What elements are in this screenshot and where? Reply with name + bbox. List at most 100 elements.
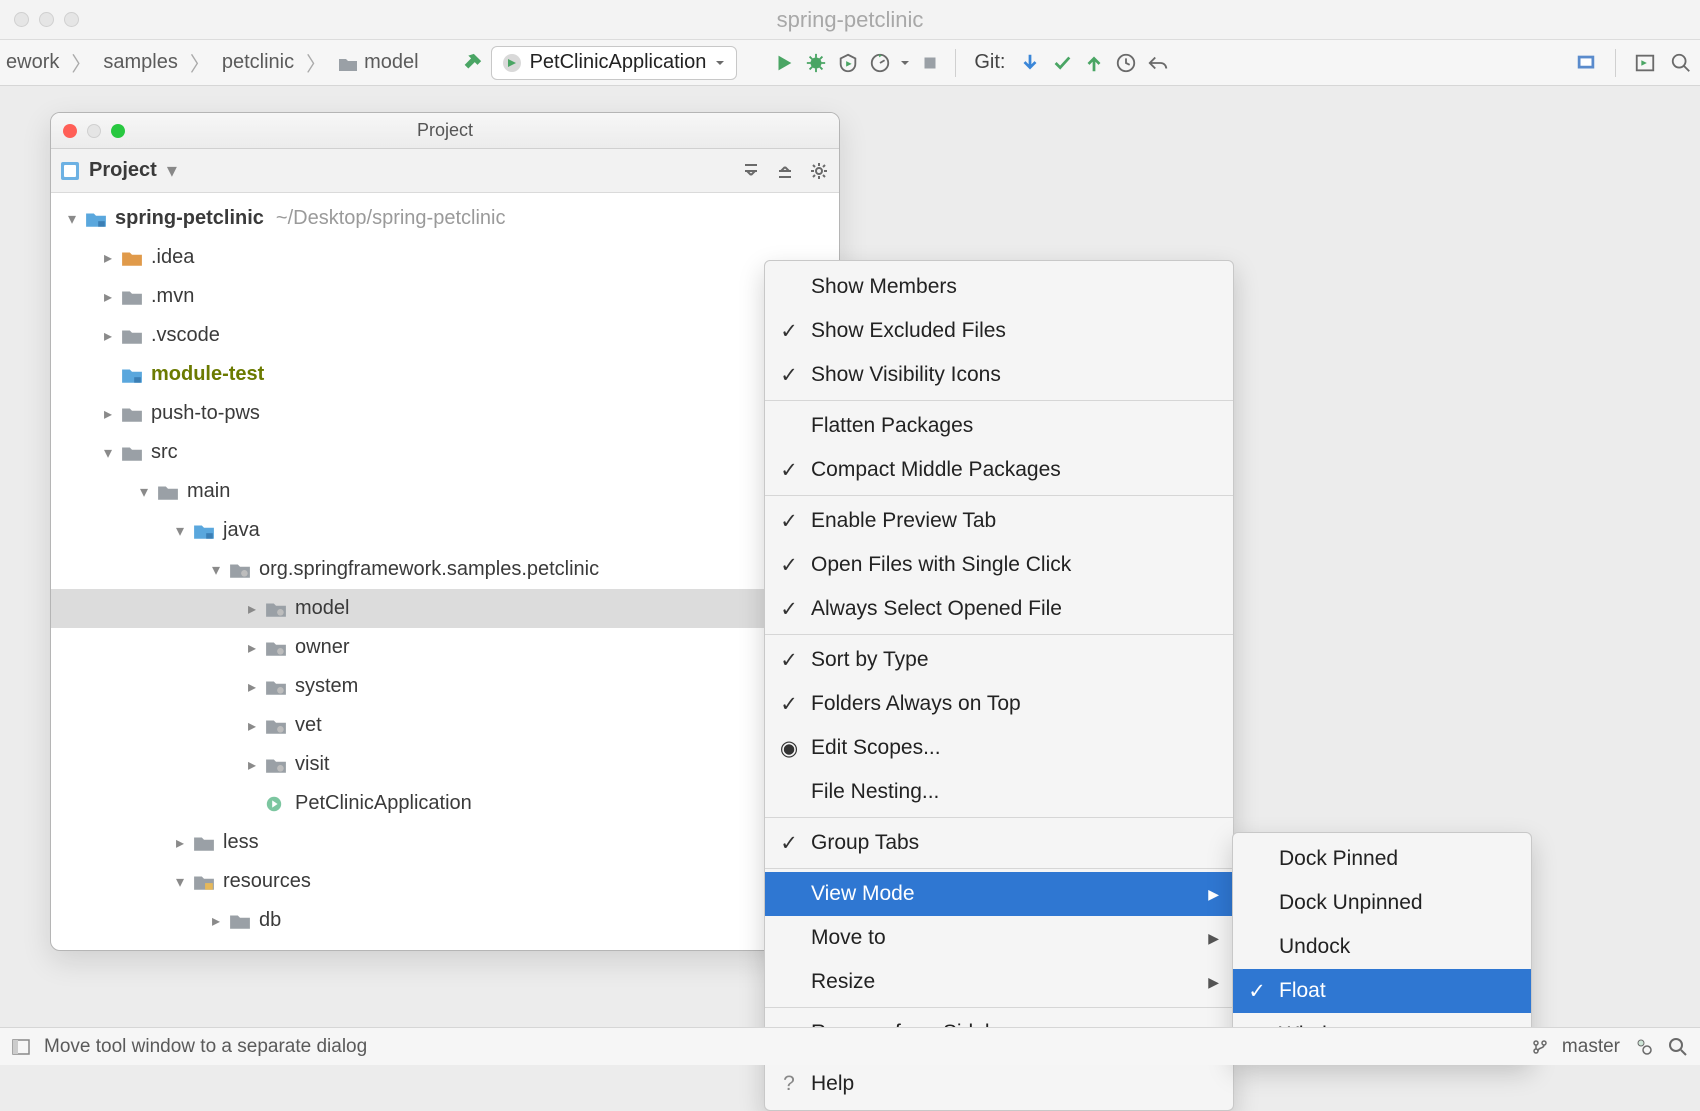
search-icon[interactable] — [1668, 1037, 1688, 1057]
chevron-down-icon[interactable]: ▾ — [167, 158, 177, 183]
menu-item[interactable]: File Nesting... — [765, 770, 1233, 814]
menu-item[interactable]: View Mode — [765, 872, 1233, 916]
collapse-all-icon[interactable] — [741, 161, 761, 181]
tool-window-layout-icon[interactable] — [12, 1038, 30, 1056]
git-label: Git: — [974, 51, 1005, 74]
project-view-selector[interactable]: Project — [89, 159, 157, 182]
editor-background: Project Project ▾ ▾spring-petclinic~/Des… — [0, 86, 1700, 1027]
menu-item[interactable]: ✓Enable Preview Tab — [765, 499, 1233, 543]
chevron-right-icon: 〉 — [186, 48, 214, 77]
menu-item[interactable]: Move to — [765, 916, 1233, 960]
build-icon[interactable] — [459, 50, 485, 76]
tree-item[interactable]: ▸vet — [51, 706, 839, 745]
coverage-icon[interactable] — [835, 50, 861, 76]
project-window-title: Project — [417, 120, 473, 141]
git-commit-icon[interactable] — [1049, 50, 1075, 76]
menu-item[interactable]: Undock — [1233, 925, 1531, 969]
breadcrumb: ework 〉 samples 〉 petclinic 〉 model — [6, 48, 419, 77]
git-pull-icon[interactable] — [1017, 50, 1043, 76]
project-tool-window: Project Project ▾ ▾spring-petclinic~/Des… — [50, 112, 840, 951]
menu-item[interactable]: ✓Compact Middle Packages — [765, 448, 1233, 492]
project-options-menu[interactable]: Show Members✓Show Excluded Files✓Show Vi… — [764, 260, 1234, 1111]
tree-item[interactable]: module-test — [51, 355, 839, 394]
menu-item[interactable]: Dock Pinned — [1233, 837, 1531, 881]
window-title: spring-petclinic — [777, 7, 924, 33]
menu-item[interactable]: ✓Folders Always on Top — [765, 682, 1233, 726]
menu-item[interactable]: ✓Show Visibility Icons — [765, 353, 1233, 397]
tree-item[interactable]: ▾resources — [51, 862, 839, 901]
menu-item[interactable]: ✓Open Files with Single Click — [765, 543, 1233, 587]
tree-item[interactable]: ▾src — [51, 433, 839, 472]
stop-icon[interactable] — [917, 50, 943, 76]
menu-item[interactable]: ✓Group Tabs — [765, 821, 1233, 865]
breadcrumb-item[interactable]: petclinic — [222, 51, 294, 74]
tree-item[interactable]: ▸visit — [51, 745, 839, 784]
tree-item[interactable]: ▸model — [51, 589, 839, 628]
package-icon — [338, 55, 358, 71]
code-with-me-icon[interactable] — [1573, 50, 1599, 76]
window-title-bar: spring-petclinic — [0, 0, 1700, 40]
navigation-toolbar: ework 〉 samples 〉 petclinic 〉 model PetC… — [0, 40, 1700, 86]
branch-icon — [1532, 1039, 1548, 1055]
menu-item[interactable]: Dock Unpinned — [1233, 881, 1531, 925]
tree-item[interactable]: ▸push-to-pws — [51, 394, 839, 433]
run-anything-icon[interactable] — [1632, 50, 1658, 76]
traffic-close-icon[interactable] — [14, 12, 29, 27]
tree-item[interactable]: ▸.vscode — [51, 316, 839, 355]
git-push-icon[interactable] — [1081, 50, 1107, 76]
status-hint: Move tool window to a separate dialog — [44, 1036, 367, 1058]
project-window-title-bar[interactable]: Project — [51, 113, 839, 149]
debug-icon[interactable] — [803, 50, 829, 76]
tree-item[interactable]: ▾main — [51, 472, 839, 511]
services-gear-icon[interactable] — [1634, 1037, 1654, 1057]
run-config-label: PetClinicApplication — [530, 51, 707, 74]
window-traffic-lights — [51, 124, 125, 138]
run-icon[interactable] — [771, 50, 797, 76]
window-traffic-lights — [0, 12, 79, 27]
rollback-icon[interactable] — [1145, 50, 1171, 76]
profile-icon[interactable] — [867, 50, 893, 76]
breadcrumb-item[interactable]: samples — [103, 51, 177, 74]
toolbar-separator — [1615, 49, 1616, 77]
gear-icon[interactable] — [809, 161, 829, 181]
menu-item[interactable]: ✓Sort by Type — [765, 638, 1233, 682]
menu-item[interactable]: Resize — [765, 960, 1233, 1004]
menu-item[interactable]: ?Help — [765, 1062, 1233, 1106]
run-config-selector[interactable]: PetClinicApplication — [491, 46, 738, 80]
minimize-icon[interactable] — [87, 124, 101, 138]
maximize-icon[interactable] — [111, 124, 125, 138]
breadcrumb-item[interactable]: model — [338, 51, 418, 74]
tree-item[interactable]: ▸.mvn — [51, 277, 839, 316]
search-everywhere-icon[interactable] — [1668, 50, 1694, 76]
chevron-right-icon: 〉 — [67, 48, 95, 77]
project-toolbar: Project ▾ — [51, 149, 839, 193]
tree-item[interactable]: ▸less — [51, 823, 839, 862]
history-icon[interactable] — [1113, 50, 1139, 76]
traffic-min-icon[interactable] — [39, 12, 54, 27]
menu-item[interactable]: ✓Float — [1233, 969, 1531, 1013]
tree-item[interactable]: ▸system — [51, 667, 839, 706]
tree-root[interactable]: ▾spring-petclinic~/Desktop/spring-petcli… — [51, 199, 839, 238]
tree-item[interactable]: ▸db — [51, 901, 839, 940]
tree-item[interactable]: ▾java — [51, 511, 839, 550]
menu-item[interactable]: Flatten Packages — [765, 404, 1233, 448]
menu-item[interactable]: ✓Always Select Opened File — [765, 587, 1233, 631]
toolbar-separator — [955, 49, 956, 77]
tree-item[interactable]: ▸.idea — [51, 238, 839, 277]
tree-item[interactable]: PetClinicApplication — [51, 784, 839, 823]
chevron-right-icon: 〉 — [302, 48, 330, 77]
menu-item[interactable]: ✓Show Excluded Files — [765, 309, 1233, 353]
project-tree[interactable]: ▾spring-petclinic~/Desktop/spring-petcli… — [51, 193, 839, 950]
close-icon[interactable] — [63, 124, 77, 138]
menu-item[interactable]: ◉Edit Scopes... — [765, 726, 1233, 770]
tree-item[interactable]: ▸owner — [51, 628, 839, 667]
git-branch-name[interactable]: master — [1562, 1036, 1620, 1058]
chevron-down-icon[interactable] — [899, 57, 911, 69]
tree-item[interactable]: ▾org.springframework.samples.petclinic — [51, 550, 839, 589]
traffic-max-icon[interactable] — [64, 12, 79, 27]
status-bar: Move tool window to a separate dialog ma… — [0, 1027, 1700, 1065]
menu-item[interactable]: Show Members — [765, 265, 1233, 309]
breadcrumb-item[interactable]: ework — [6, 51, 59, 74]
spring-boot-icon — [502, 53, 522, 73]
expand-all-icon[interactable] — [775, 161, 795, 181]
